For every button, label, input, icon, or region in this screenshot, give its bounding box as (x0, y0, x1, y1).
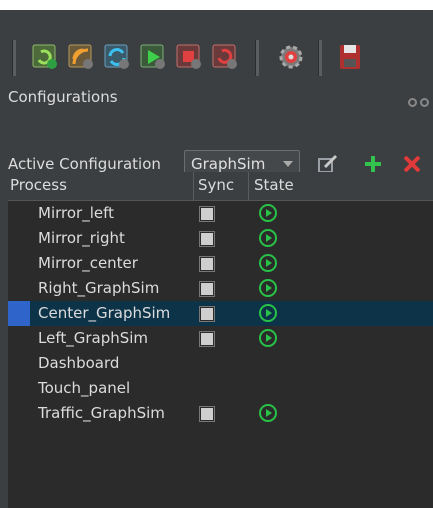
table-row[interactable]: Right_GraphSim (8, 276, 433, 301)
process-name: Left_GraphSim (38, 329, 149, 347)
state-play-icon[interactable] (258, 303, 278, 323)
process-name: Right_GraphSim (38, 279, 160, 297)
refresh-green-icon[interactable] (30, 42, 60, 72)
table-row[interactable]: Traffic_GraphSim (8, 401, 433, 426)
process-name: Mirror_right (38, 229, 125, 247)
configurations-panel: Configurations Active Configuration Grap… (0, 10, 433, 508)
active-configuration-label: Active Configuration (8, 155, 161, 173)
play-green-icon[interactable] (138, 42, 168, 72)
restart-red-icon[interactable] (210, 42, 240, 72)
selection-marker (8, 301, 30, 326)
table-header: Process Sync State (8, 172, 433, 201)
column-divider (248, 172, 249, 200)
float-panel-icon[interactable] (408, 98, 417, 107)
panel-header: Configurations (8, 88, 433, 112)
state-play-icon[interactable] (258, 278, 278, 298)
toolbar-separator (12, 40, 16, 76)
column-divider (193, 172, 194, 200)
process-name: Center_GraphSim (38, 304, 171, 322)
panel-controls (405, 92, 429, 111)
sync-checkbox[interactable] (200, 307, 214, 321)
table-row[interactable]: Left_GraphSim (8, 326, 433, 351)
table-row[interactable]: Dashboard (8, 351, 433, 376)
table-row[interactable]: Mirror_center (8, 251, 433, 276)
selected-configuration: GraphSim (191, 155, 266, 173)
column-header-process[interactable]: Process (10, 176, 67, 194)
table-row[interactable]: Mirror_right (8, 226, 433, 251)
process-name: Traffic_GraphSim (38, 404, 165, 422)
column-header-state[interactable]: State (254, 176, 294, 194)
stop-red-icon[interactable] (174, 42, 204, 72)
app-window: Configurations Active Configuration Grap… (0, 0, 433, 508)
sync-checkbox[interactable] (200, 407, 214, 421)
sync-blue-icon[interactable] (102, 42, 132, 72)
toolbar-separator (318, 40, 322, 76)
signal-orange-icon[interactable] (66, 42, 96, 72)
process-name: Mirror_center (38, 254, 138, 272)
sync-checkbox[interactable] (200, 282, 214, 296)
process-name: Touch_panel (38, 379, 131, 397)
state-play-icon[interactable] (258, 253, 278, 273)
sync-checkbox[interactable] (200, 232, 214, 246)
state-play-icon[interactable] (258, 328, 278, 348)
process-name: Mirror_left (38, 204, 114, 222)
sync-checkbox[interactable] (200, 257, 214, 271)
close-panel-icon[interactable] (420, 98, 429, 107)
panel-title: Configurations (8, 88, 118, 106)
settings-icon[interactable] (276, 42, 306, 72)
state-play-icon[interactable] (258, 228, 278, 248)
column-header-sync[interactable]: Sync (198, 176, 234, 194)
sync-checkbox[interactable] (200, 207, 214, 221)
chevron-down-icon (283, 161, 293, 167)
table-row[interactable]: Mirror_left (8, 201, 433, 226)
table-row[interactable]: Center_GraphSim (8, 301, 433, 326)
toolbar (0, 10, 433, 84)
process-name: Dashboard (38, 354, 120, 372)
toolbar-separator (255, 40, 259, 76)
process-table: Process Sync State Mirror_left Mirror_rig… (8, 172, 433, 508)
state-play-icon[interactable] (258, 203, 278, 223)
save-icon[interactable] (336, 42, 366, 72)
sync-checkbox[interactable] (200, 332, 214, 346)
state-play-icon[interactable] (258, 403, 278, 423)
table-row[interactable]: Touch_panel (8, 376, 433, 401)
